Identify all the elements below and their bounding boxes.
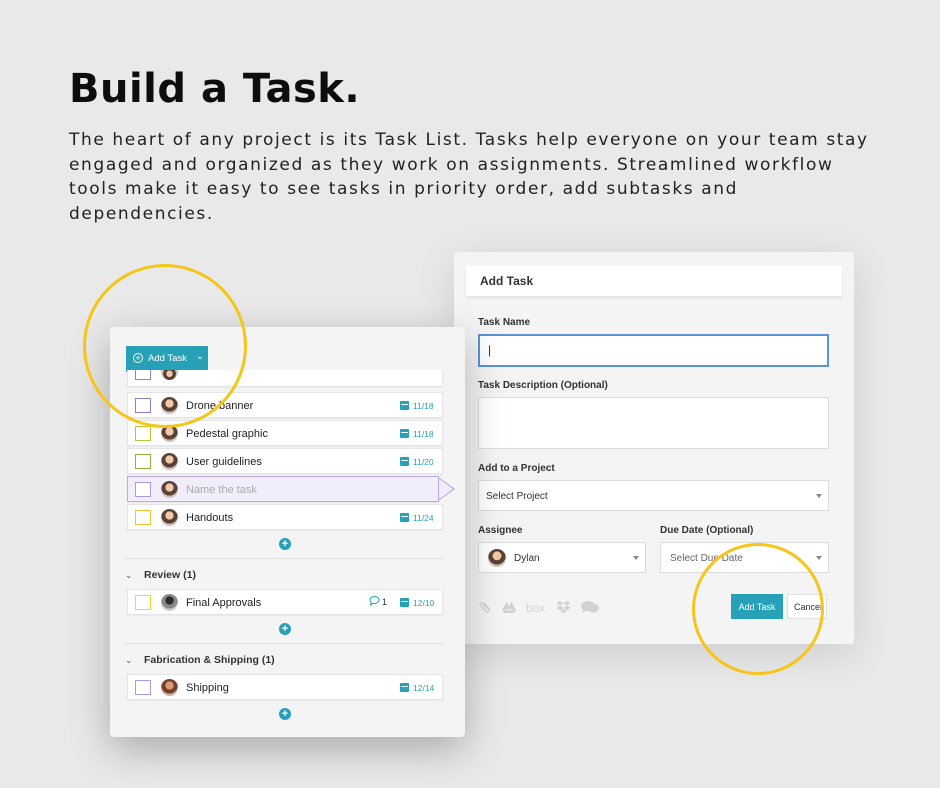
task-row[interactable]: Final Approvals 1 12/10: [127, 589, 443, 615]
task-name-input[interactable]: |: [478, 334, 829, 367]
box-icon[interactable]: box: [526, 601, 545, 615]
avatar: [161, 594, 178, 611]
comment-icon: [369, 596, 380, 609]
task-due-date: 12/10: [413, 598, 435, 608]
avatar: [161, 679, 178, 696]
description-textarea[interactable]: [478, 397, 829, 449]
task-name: Handouts: [186, 512, 234, 524]
task-name: Shipping: [186, 682, 229, 694]
add-task-plus-icon[interactable]: +: [279, 623, 291, 635]
headline: Build a Task.: [69, 66, 361, 112]
calendar-icon: [400, 401, 409, 410]
add-task-plus-icon[interactable]: +: [279, 708, 291, 720]
calendar-icon: [400, 457, 409, 466]
assignee-label: Assignee: [478, 525, 523, 536]
task-name-value: |: [488, 343, 492, 357]
task-due-date: 11/20: [413, 457, 434, 467]
highlight-circle-add-task: [83, 264, 247, 428]
dropbox-icon[interactable]: [556, 600, 571, 617]
form-title: Add Task: [480, 274, 534, 288]
avatar: [161, 453, 178, 470]
task-name: Pedestal graphic: [186, 428, 268, 440]
chevron-down-icon: [633, 556, 639, 560]
due-date-label: Due Date (Optional): [660, 525, 754, 536]
intro-paragraph: The heart of any project is its Task Lis…: [69, 130, 869, 224]
calendar-icon: [400, 513, 409, 522]
chevron-down-icon: [816, 556, 822, 560]
form-header: Add Task: [466, 266, 842, 296]
new-task-row[interactable]: Name the task: [127, 476, 439, 502]
section-title-review[interactable]: Review (1): [144, 569, 196, 581]
task-checkbox[interactable]: [135, 426, 151, 441]
task-name: Final Approvals: [186, 597, 262, 609]
collapse-chevron-icon[interactable]: ⌄: [125, 570, 133, 581]
assignee-select[interactable]: Dylan: [478, 542, 646, 573]
task-checkbox[interactable]: [135, 595, 151, 610]
section-title-fabrication-shipping[interactable]: Fabrication & Shipping (1): [144, 654, 275, 666]
section-divider: [124, 643, 444, 644]
add-task-plus-icon[interactable]: +: [279, 538, 291, 550]
task-name-label: Task Name: [478, 317, 531, 328]
avatar: [488, 549, 506, 567]
chevron-down-icon: [816, 494, 822, 498]
calendar-icon: [400, 683, 409, 692]
section-divider: [124, 558, 444, 559]
highlight-circle-submit: [692, 543, 824, 675]
chat-icon[interactable]: [580, 600, 600, 617]
task-row[interactable]: Shipping 12/14: [127, 674, 443, 700]
avatar: [161, 481, 178, 498]
comment-count: 1: [382, 597, 388, 607]
project-select-value: Select Project: [486, 491, 548, 502]
task-due-date: 11/18: [413, 401, 434, 411]
task-checkbox[interactable]: [135, 680, 151, 695]
task-checkbox[interactable]: [135, 454, 151, 469]
collapse-chevron-icon[interactable]: ⌄: [125, 655, 133, 666]
calendar-icon: [400, 598, 409, 607]
new-task-name-input[interactable]: Name the task: [186, 484, 257, 496]
avatar: [161, 509, 178, 526]
assignee-value: Dylan: [514, 553, 540, 564]
task-checkbox[interactable]: [135, 510, 151, 525]
description-label: Task Description (Optional): [478, 380, 608, 391]
editing-row-arrow-fill: [437, 477, 453, 501]
task-row[interactable]: Handouts 11/24: [127, 504, 443, 530]
calendar-icon: [400, 429, 409, 438]
project-label: Add to a Project: [478, 463, 555, 474]
task-due-date: 12/14: [413, 683, 435, 693]
task-row[interactable]: User guidelines 11/20: [127, 448, 443, 474]
task-name: User guidelines: [186, 456, 262, 468]
google-drive-icon[interactable]: [502, 600, 516, 616]
task-due-date: 11/18: [413, 429, 434, 439]
project-select[interactable]: Select Project: [478, 480, 829, 511]
task-due-date: 11/24: [413, 513, 434, 523]
task-checkbox[interactable]: [135, 482, 151, 497]
